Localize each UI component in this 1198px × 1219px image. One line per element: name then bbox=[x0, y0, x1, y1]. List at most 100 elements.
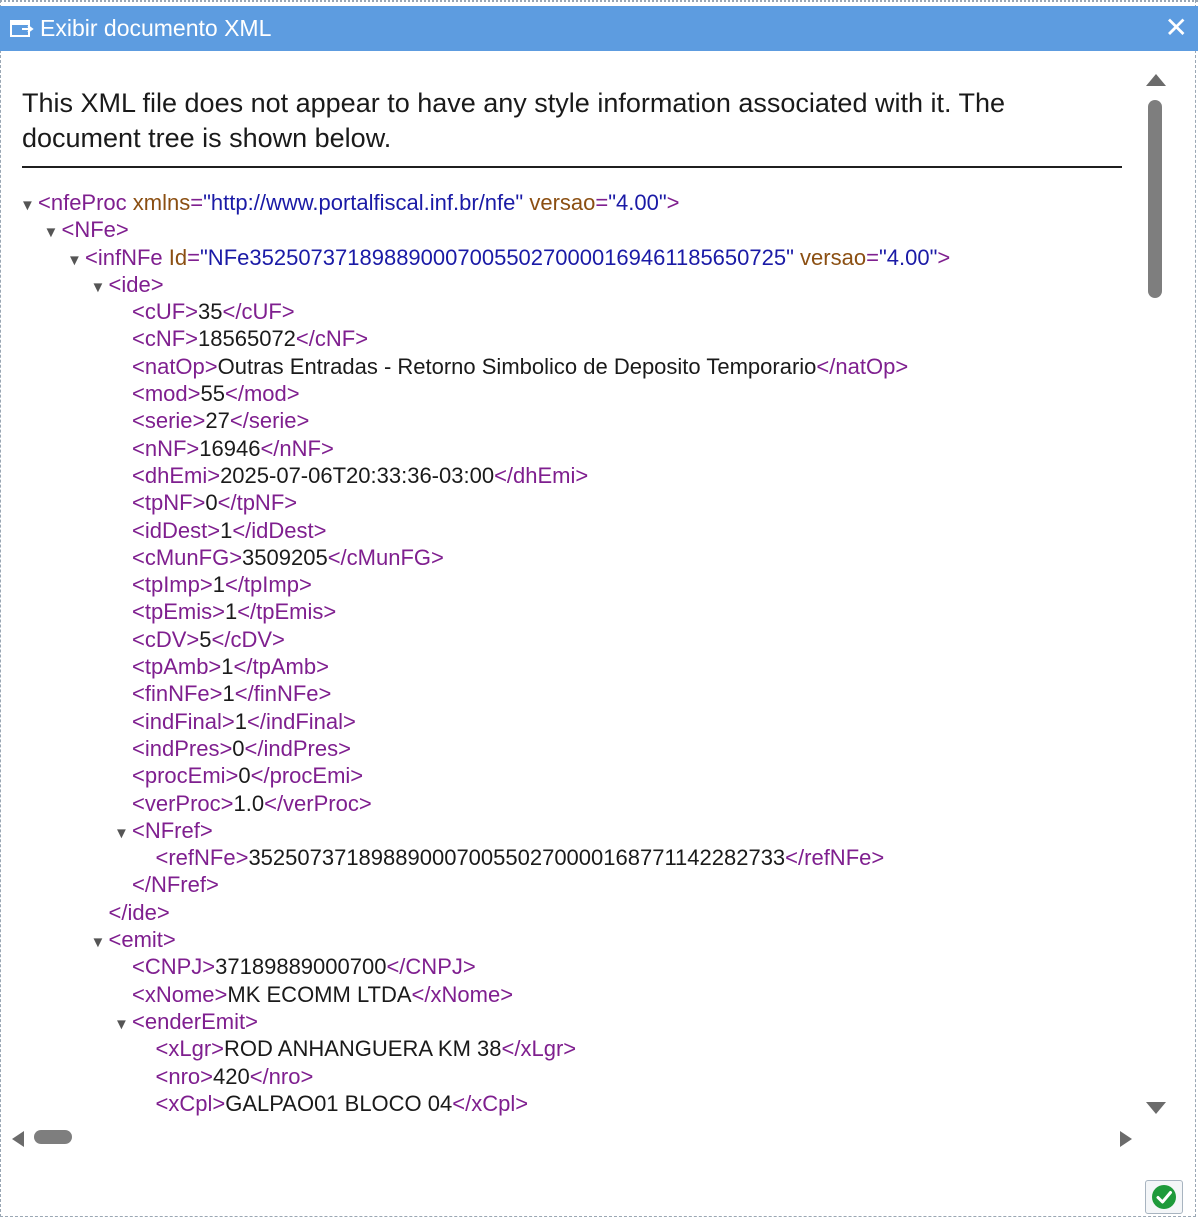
vertical-scrollbar[interactable] bbox=[1144, 68, 1166, 1124]
collapse-toggle-icon[interactable]: ▼ bbox=[91, 274, 109, 301]
xml-line: <xNome>MK ECOMM LTDA</xNome> bbox=[20, 981, 1140, 1008]
xml-tag: <procEmi> bbox=[132, 763, 239, 789]
arrow-right-icon[interactable] bbox=[1120, 1131, 1132, 1147]
xml-tag: > bbox=[666, 190, 680, 215]
collapse-toggle-icon[interactable]: ▼ bbox=[91, 929, 109, 956]
collapse-toggle-icon[interactable]: ▼ bbox=[44, 219, 62, 246]
xml-text: 1 bbox=[222, 681, 235, 707]
xml-tag: <dhEmi> bbox=[132, 462, 221, 488]
xml-tag: </indFinal> bbox=[247, 708, 356, 734]
xml-tag: </refNFe> bbox=[785, 845, 885, 871]
dialog-title: Exibir documento XML bbox=[40, 15, 272, 41]
close-button[interactable]: ✕ bbox=[1165, 13, 1188, 43]
xml-line: <verProc>1.0</verProc> bbox=[20, 790, 1140, 817]
xml-line: <CNPJ>37189889000700</CNPJ> bbox=[20, 953, 1140, 980]
vertical-scroll-thumb[interactable] bbox=[1148, 100, 1162, 298]
xml-tag: <tpEmis> bbox=[132, 599, 225, 625]
xml-line: <tpImp>1</tpImp> bbox=[20, 571, 1140, 598]
horizontal-scroll-thumb[interactable] bbox=[34, 1130, 72, 1144]
xml-tag: <indFinal> bbox=[132, 708, 235, 734]
xml-tag: <cNF> bbox=[132, 326, 199, 352]
xml-line: </NFref> bbox=[20, 871, 1140, 898]
xml-line: ▼ <NFref> bbox=[20, 817, 1140, 844]
xml-tag: = bbox=[595, 190, 609, 215]
horizontal-scrollbar[interactable] bbox=[6, 1126, 1144, 1150]
xml-text: 27 bbox=[205, 408, 230, 434]
xml-line: ▼ <NFe> bbox=[20, 216, 1140, 243]
xml-tag: </procEmi> bbox=[250, 763, 364, 789]
xml-text: 1 bbox=[220, 517, 233, 543]
xml-text: 1 bbox=[212, 572, 225, 598]
collapse-toggle-icon[interactable]: ▼ bbox=[20, 192, 38, 219]
xml-tag: <indPres> bbox=[132, 735, 233, 761]
xml-tag: <ide> bbox=[108, 271, 164, 297]
xml-tag: <mod> bbox=[132, 381, 201, 407]
xml-tag: </nNF> bbox=[260, 435, 334, 461]
xml-tag: </ide> bbox=[108, 899, 170, 925]
xml-tag: <refNFe> bbox=[155, 845, 249, 871]
xml-text: 1 bbox=[224, 599, 238, 625]
collapse-toggle-icon[interactable]: ▼ bbox=[67, 247, 85, 274]
ok-button[interactable] bbox=[1145, 1180, 1183, 1214]
arrow-down-icon[interactable] bbox=[1146, 1102, 1166, 1114]
xml-line: <refNFe>35250737189889000700550270000168… bbox=[20, 844, 1140, 871]
xml-line: <finNFe>1</finNFe> bbox=[20, 680, 1140, 707]
xml-line: <indFinal>1</indFinal> bbox=[20, 708, 1140, 735]
xml-tag: <xNome> bbox=[132, 981, 228, 1007]
xml-text: Outras Entradas - Retorno Simbolico de D… bbox=[217, 353, 817, 379]
xml-attr-name: versao bbox=[800, 244, 867, 270]
xml-tag: <cMunFG> bbox=[132, 544, 243, 570]
xml-viewer[interactable]: This XML file does not appear to have an… bbox=[6, 68, 1166, 1150]
xml-line: <nNF>16946</nNF> bbox=[20, 435, 1140, 462]
collapse-toggle-icon[interactable]: ▼ bbox=[114, 1011, 132, 1038]
xml-tag: </indPres> bbox=[244, 735, 351, 761]
xml-tag: <verProc> bbox=[132, 790, 234, 816]
xml-tag: </dhEmi> bbox=[494, 462, 589, 488]
xml-tag: </tpNF> bbox=[217, 490, 298, 516]
xml-tag: <xLgr> bbox=[155, 1036, 225, 1062]
xml-tag: <infNFe bbox=[85, 244, 163, 270]
xml-tag: </mod> bbox=[224, 381, 300, 407]
xml-line: <procEmi>0</procEmi> bbox=[20, 762, 1140, 789]
xml-line: ▼ <ide> bbox=[20, 271, 1140, 298]
xml-tag: <enderEmit> bbox=[132, 1008, 258, 1034]
xml-tag: </cNF> bbox=[295, 326, 369, 352]
xml-text: ROD ANHANGUERA KM 38 bbox=[224, 1036, 502, 1062]
xml-text: GALPAO01 BLOCO 04 bbox=[225, 1090, 453, 1116]
xml-tag: <nNF> bbox=[132, 435, 200, 461]
xml-tag: </xNome> bbox=[411, 981, 514, 1007]
xml-tag: <tpImp> bbox=[132, 572, 213, 598]
xml-tag: </serie> bbox=[229, 408, 310, 434]
xml-tag: = bbox=[187, 244, 200, 270]
window-icon bbox=[10, 19, 34, 39]
arrow-up-icon[interactable] bbox=[1146, 74, 1166, 86]
xml-line: <cNF>18565072</cNF> bbox=[20, 325, 1140, 352]
xml-tag: <finNFe> bbox=[132, 681, 223, 707]
xml-line: <xCpl>GALPAO01 BLOCO 04</xCpl> bbox=[20, 1090, 1140, 1117]
xml-line: ▼ <infNFe Id="NFe352507371898890007005502… bbox=[20, 244, 1140, 271]
xml-tag: <serie> bbox=[132, 408, 206, 434]
xml-tag: <natOp> bbox=[132, 353, 218, 379]
xml-tag: <cUF> bbox=[132, 299, 199, 325]
xml-tag: </nro> bbox=[249, 1063, 314, 1089]
xml-attr-value: "http://www.portalfiscal.inf.br/nfe" bbox=[203, 190, 524, 215]
xml-tag: </xLgr> bbox=[501, 1036, 577, 1062]
xml-tag: = bbox=[190, 190, 204, 215]
xml-tag: </CNPJ> bbox=[386, 954, 476, 980]
xml-text: 0 bbox=[232, 735, 245, 761]
xml-tag: </verProc> bbox=[264, 790, 372, 816]
xml-document-tree: ▼ <nfeProc xmlns="http://www.portalfiscal… bbox=[20, 189, 1140, 1117]
arrow-left-icon[interactable] bbox=[12, 1131, 24, 1147]
xml-line: <indPres>0</indPres> bbox=[20, 735, 1140, 762]
collapse-toggle-icon[interactable]: ▼ bbox=[114, 820, 132, 847]
xml-text: 3525073718988900070055027000016877114228… bbox=[248, 845, 786, 871]
dialog-title-bar[interactable]: Exibir documento XML ✕ bbox=[0, 6, 1198, 51]
xml-text: 0 bbox=[238, 763, 251, 789]
xml-text: 35 bbox=[198, 299, 223, 325]
xml-tag: </tpAmb> bbox=[233, 654, 329, 680]
xml-line: <xLgr>ROD ANHANGUERA KM 38</xLgr> bbox=[20, 1035, 1140, 1062]
xml-attr-value: "NFe352507371898890007005502700001694611… bbox=[200, 244, 794, 270]
xml-line: ▼ <nfeProc xmlns="http://www.portalfiscal… bbox=[20, 189, 1140, 216]
xml-line: <mod>55</mod> bbox=[20, 380, 1140, 407]
xml-tag: <cDV> bbox=[132, 626, 200, 652]
